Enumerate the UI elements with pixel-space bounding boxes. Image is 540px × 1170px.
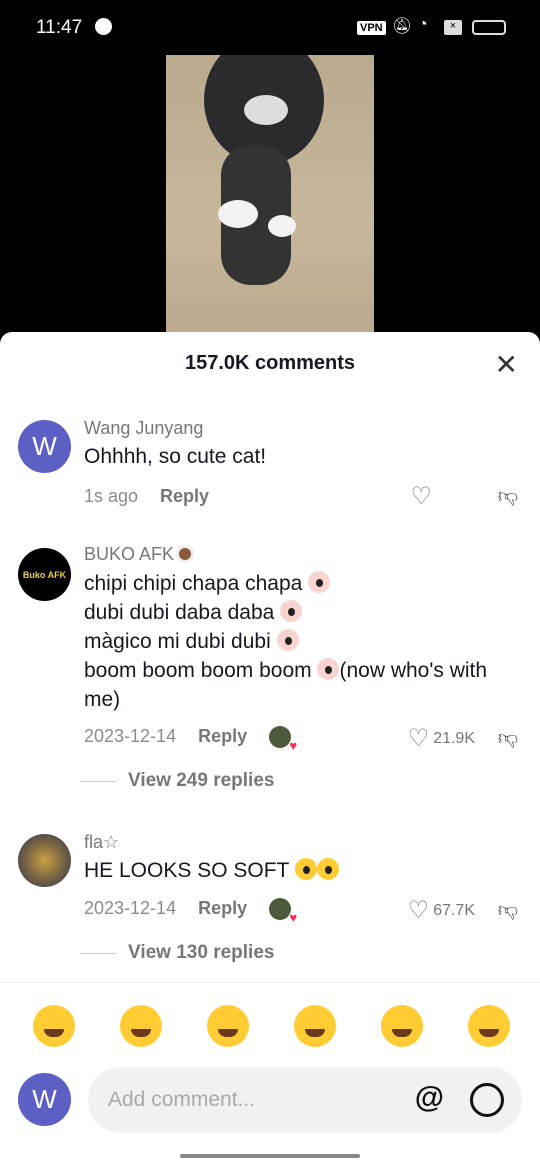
- comment-meta: 2023-12-14 Reply: [84, 898, 297, 925]
- mute-icon: 🔕︎: [392, 18, 413, 35]
- screaming-face-icon: [280, 600, 303, 622]
- reply-button[interactable]: Reply: [198, 726, 247, 746]
- like-button[interactable]: ♡ 21.9K: [408, 724, 475, 753]
- emoji-icon[interactable]: [470, 1083, 504, 1117]
- smirking-face-icon[interactable]: [381, 1005, 423, 1047]
- grinning-sweat-face-icon[interactable]: [468, 1005, 510, 1047]
- comments-count-title: 157.0K comments: [184, 352, 356, 374]
- heart-icon: ♡: [407, 725, 430, 752]
- comments-sheet: 157.0K comments ✕ W Wang Junyang Ohhhh, …: [0, 332, 540, 1170]
- comment-text: Ohhhh, so cute cat!: [84, 445, 267, 468]
- battery-icon: [472, 20, 506, 35]
- comment-time: 2023-12-14: [84, 726, 177, 746]
- mention-icon[interactable]: @: [415, 1081, 444, 1115]
- comment-meta: 2023-12-14 Reply: [84, 726, 297, 753]
- cat-paw: [268, 215, 296, 237]
- comment-author[interactable]: Wang Junyang: [84, 418, 203, 439]
- comment-time: 2023-12-14: [84, 898, 177, 918]
- view-replies-button[interactable]: View 249 replies: [80, 770, 274, 792]
- comment-author[interactable]: fla☆: [84, 832, 119, 853]
- comment-text: chipi chipi chapa chapa dubi dubi daba d…: [84, 569, 514, 714]
- like-count: 67.7K: [433, 901, 475, 919]
- smiling-face-with-hearts-icon[interactable]: [120, 1005, 162, 1047]
- author-name: BUKO AFK: [84, 544, 175, 564]
- comment-meta: 1s ago Reply: [84, 486, 209, 507]
- creator-liked-icon: [269, 898, 297, 925]
- video-player[interactable]: [166, 55, 374, 335]
- cat-paw: [218, 200, 258, 228]
- emoji-quick-bar: [0, 982, 540, 1062]
- avatar[interactable]: W: [18, 420, 71, 473]
- comment-line: dubi dubi daba daba: [84, 601, 275, 624]
- heart-icon[interactable]: ♡: [410, 482, 432, 511]
- dislike-icon[interactable]: 👎︎: [498, 484, 518, 508]
- status-bar: 11:47 VPN 🔕︎ ◔ ×: [0, 0, 540, 56]
- screaming-face-icon: [276, 629, 299, 651]
- dislike-icon[interactable]: 👎︎: [498, 726, 518, 750]
- comment-author[interactable]: BUKO AFK: [84, 544, 195, 565]
- like-button[interactable]: ♡ 67.7K: [408, 896, 475, 925]
- comment-line: màgico mi dubi dubi: [84, 630, 271, 653]
- coconut-icon: [176, 545, 195, 563]
- sim-x-icon: ×: [444, 20, 462, 35]
- flushed-face-icon[interactable]: [294, 1005, 336, 1047]
- comment-line: HE LOOKS SO SOFT: [84, 859, 289, 882]
- app-notification-icon: [95, 18, 112, 35]
- creator-liked-icon: [269, 726, 297, 753]
- reply-button[interactable]: Reply: [160, 486, 209, 506]
- home-indicator[interactable]: [180, 1154, 360, 1158]
- comment-text: HE LOOKS SO SOFT: [84, 856, 514, 885]
- face-with-tears-of-joy-icon[interactable]: [207, 1005, 249, 1047]
- dislike-icon[interactable]: 👎︎: [498, 898, 518, 922]
- crying-face-icon: [294, 858, 317, 880]
- comment-input[interactable]: Add comment... @: [88, 1067, 522, 1133]
- grinning-face-icon[interactable]: [33, 1005, 75, 1047]
- comment-line: chipi chipi chapa chapa: [84, 572, 303, 595]
- avatar[interactable]: Buko AFK: [18, 548, 71, 601]
- comment-placeholder: Add comment...: [108, 1088, 256, 1111]
- screaming-face-icon: [308, 571, 331, 593]
- clock: 11:47: [36, 17, 83, 38]
- avatar[interactable]: [18, 834, 71, 887]
- comment-time: 1s ago: [84, 486, 139, 506]
- vpn-icon: VPN: [357, 21, 386, 35]
- composer-avatar: W: [18, 1073, 71, 1126]
- screaming-face-icon: [317, 658, 340, 680]
- view-replies-button[interactable]: View 130 replies: [80, 942, 274, 964]
- crying-face-icon: [316, 858, 339, 880]
- close-icon[interactable]: ✕: [495, 348, 518, 381]
- cat-chin: [244, 95, 288, 125]
- comment-line: boom boom boom boom: [84, 659, 312, 682]
- wifi-icon: ◔: [418, 16, 428, 33]
- like-count: 21.9K: [433, 729, 475, 747]
- reply-button[interactable]: Reply: [198, 898, 247, 918]
- heart-icon: ♡: [407, 897, 430, 924]
